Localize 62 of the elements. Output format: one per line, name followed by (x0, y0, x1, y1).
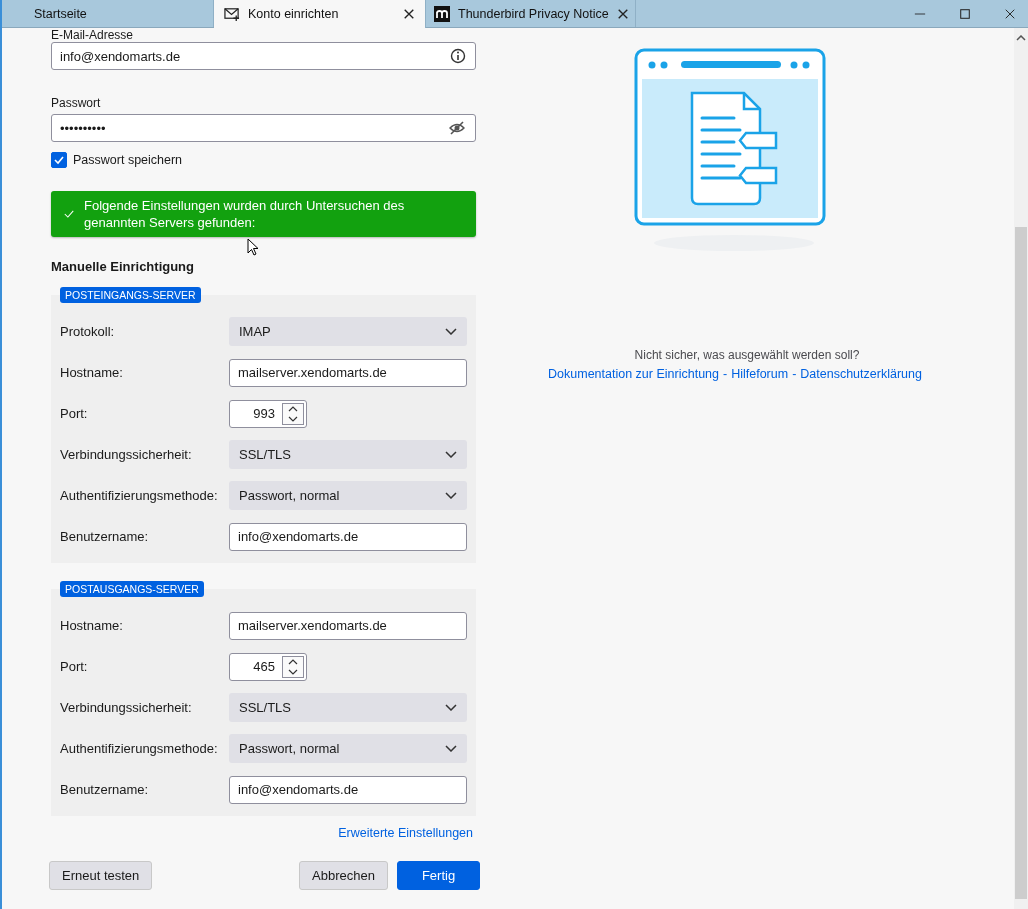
field-label: Hostname: (60, 618, 124, 633)
banner-message: Folgende Einstellungen wurden durch Untersuchen des genannten Servers gefunden: (84, 197, 406, 231)
separator-text: - (792, 367, 797, 381)
chevron-down-icon (445, 328, 457, 335)
input-field[interactable]: mailserver.xendomarts.de (229, 358, 467, 387)
close-icon[interactable] (616, 7, 629, 20)
eye-slash-icon (448, 120, 466, 136)
field-label: Benutzername: (60, 782, 150, 797)
button[interactable]: Fertig (397, 861, 480, 890)
chevron-down-icon (445, 451, 457, 458)
input-field[interactable]: mailserver.xendomarts.de (229, 611, 467, 640)
checkbox[interactable] (51, 152, 67, 168)
section-heading: Manuelle Einrichtigung (51, 259, 195, 274)
check-icon (64, 208, 75, 220)
section-badge: POSTEINGANGS-SERVER (60, 287, 201, 303)
close-icon[interactable] (403, 8, 415, 20)
field-label: Verbindungssicherheit: (60, 447, 193, 462)
site-logo-icon (434, 5, 450, 22)
spin-buttons[interactable] (282, 402, 304, 425)
chevron-down-icon (445, 704, 457, 711)
maximize-icon[interactable] (959, 7, 971, 20)
button[interactable]: Abbrechen (299, 861, 388, 890)
field-label: Port: (60, 659, 89, 674)
field-label: Port: (60, 406, 89, 421)
scrollbar-thumb[interactable] (1015, 227, 1027, 899)
dropdown[interactable]: SSL/TLS (229, 440, 467, 469)
separator-text: - (723, 367, 728, 381)
input-field[interactable]: info@xendomarts.de (229, 775, 467, 804)
chevron-down-icon (445, 492, 457, 499)
help-text: Nicht sicher, was ausgewählt werden soll? (634, 348, 860, 362)
tab[interactable]: Konto einrichten (214, 0, 426, 28)
help-link[interactable]: Dokumentation zur Einrichtung (548, 367, 719, 381)
scrollbar[interactable] (1014, 28, 1028, 909)
section-badge: POSTAUSGANGS-SERVER (60, 581, 204, 597)
field-label: Protokoll: (60, 324, 116, 339)
field-label: Authentifizierungsmethode: (60, 488, 219, 503)
help-link[interactable]: Datenschutzerklärung (800, 367, 922, 381)
password-field[interactable]: •••••••••• (51, 114, 476, 142)
scroll-up-icon[interactable] (1016, 35, 1026, 41)
tab[interactable]: Thunderbird Privacy Notice (426, 0, 636, 27)
field-label: Benutzername: (60, 529, 150, 544)
dropdown[interactable]: IMAP (229, 317, 467, 346)
dropdown[interactable]: Passwort, normal (229, 734, 467, 763)
button[interactable]: Erneut testen (49, 861, 153, 890)
field-label: Passwort (51, 96, 102, 110)
close-icon[interactable] (1004, 7, 1016, 20)
dropdown[interactable]: Passwort, normal (229, 481, 467, 510)
cursor-icon (247, 238, 259, 256)
field-label: E-Mail-Adresse (51, 28, 135, 42)
spin-buttons[interactable] (282, 655, 304, 678)
help-link[interactable]: Hilfeforum (731, 367, 789, 381)
mail-plus-icon (224, 6, 240, 22)
field-label: Authentifizierungsmethode: (60, 741, 219, 756)
input-field[interactable]: info@xendomarts.de (229, 522, 467, 551)
info-icon (450, 48, 466, 64)
field-label: Verbindungssicherheit: (60, 700, 193, 715)
email-field[interactable]: info@xendomarts.de (51, 42, 476, 70)
dropdown[interactable]: SSL/TLS (229, 693, 467, 722)
chevron-down-icon (445, 745, 457, 752)
advanced-settings-link[interactable]: Erweiterte Einstellungen (338, 826, 473, 840)
checkbox-label: Passwort speichern (73, 153, 183, 167)
field-label: Hostname: (60, 365, 124, 380)
